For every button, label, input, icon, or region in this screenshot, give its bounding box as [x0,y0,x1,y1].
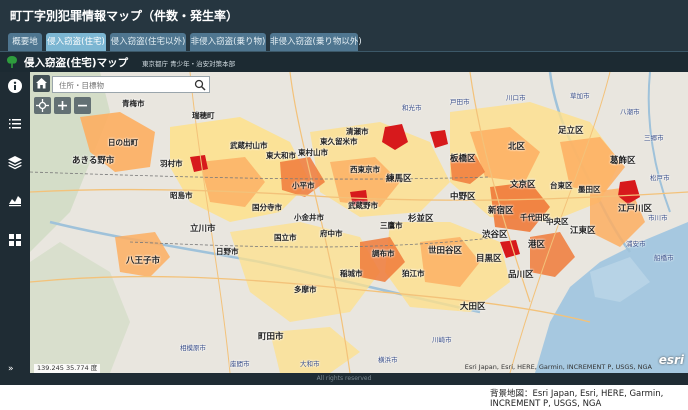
map-header: 侵入窃盗(住宅)マップ 東京都庁 青少年・治安対策本部 [0,52,688,72]
basemap-caption: 背景地図：Esri Japan, Esri, HERE, Garmin, INC… [490,389,664,409]
place-label: 北区 [508,142,526,152]
locate-button[interactable] [34,97,51,114]
tab-theft-vehicles[interactable]: 非侵入窃盗(乗り物) [190,33,266,51]
place-label: 新宿区 [488,206,514,216]
place-label: 相模原市 [180,344,206,352]
footer-strip: All rights reserved [0,373,688,385]
place-label: 羽村市 [160,159,183,168]
place-label: 練馬区 [386,174,412,184]
place-label: 三鷹市 [380,221,403,230]
side-toolbar: » [0,72,30,385]
place-label: 千代田区 [520,213,550,222]
place-label: 文京区 [510,180,536,190]
place-label: 大和市 [300,360,320,368]
place-label: 東村山市 [298,148,328,157]
place-label: あきる野市 [72,156,115,166]
place-label: 町田市 [258,332,284,342]
zoom-out-button[interactable] [74,97,91,114]
place-label: 座間市 [230,360,250,368]
place-label: 浦安市 [626,240,646,248]
place-label: 墨田区 [578,185,601,194]
place-label: 東大和市 [266,151,296,160]
place-label: 武蔵野市 [348,201,378,210]
place-label: 日野市 [216,247,239,256]
place-label: 稲城市 [340,269,363,278]
place-label: 杉並区 [408,214,434,224]
place-label: 八王子市 [126,256,161,266]
scale-readout: 139.245 35.774 度 [34,364,101,373]
tab-bar: 概要地 侵入窃盗(住宅) 侵入窃盗(住宅以外) 非侵入窃盗(乗り物) 非侵入窃盗… [0,30,688,52]
place-label: 和光市 [402,104,422,112]
info-icon[interactable] [6,78,24,96]
place-label: 立川市 [190,224,216,234]
place-label: 世田谷区 [428,246,463,256]
place-label: 足立区 [558,126,584,136]
place-label: 松戸市 [650,174,670,182]
plus-icon [58,101,67,110]
title-bar: 町丁字別犯罪情報マップ（件数・発生率） [0,0,688,30]
place-label: 目黒区 [476,254,502,264]
place-label: 武蔵村山市 [230,141,268,150]
place-label: 品川区 [508,270,534,280]
place-label: 川崎市 [432,336,452,344]
tab-burglary-residential[interactable]: 侵入窃盗(住宅) [46,33,106,51]
place-label: 台東区 [550,181,573,190]
place-label: 江戸川区 [618,204,653,214]
zoom-in-button[interactable] [54,97,71,114]
place-label: 川口市 [506,94,526,102]
place-label: 草加市 [570,92,590,100]
place-label: 小金井市 [294,213,324,222]
place-label: 中野区 [450,192,476,202]
tab-overview[interactable]: 概要地 [8,33,42,51]
search-icon[interactable] [194,79,206,91]
home-button[interactable] [33,75,50,92]
search-input[interactable] [59,79,189,91]
place-label: 戸田市 [450,98,470,106]
place-label: 横浜市 [378,356,398,364]
map-view[interactable]: 青梅市 日の出町 あきる野市 八王子市 瑞穂町 武蔵村山市 東大和市 清瀬市 東… [30,72,688,373]
map-name: 侵入窃盗(住宅)マップ [24,57,129,69]
home-icon [36,78,47,89]
place-label: 国分寺市 [252,203,282,212]
place-label: 八潮市 [620,108,640,116]
place-label: 青梅市 [122,99,145,108]
chart-icon[interactable] [6,192,24,210]
place-label: 国立市 [274,233,297,242]
place-label: 小平市 [292,181,315,190]
map-credit: 東京都庁 青少年・治安対策本部 [142,60,236,68]
place-label: 調布市 [372,249,395,258]
place-label: 東久留米市 [320,137,358,146]
app-title: 町丁字別犯罪情報マップ（件数・発生率） [10,9,239,23]
app-window: 町丁字別犯罪情報マップ（件数・発生率） 概要地 侵入窃盗(住宅) 侵入窃盗(住宅… [0,0,688,385]
place-label: 多摩市 [294,285,317,294]
place-label: 狛江市 [402,269,425,278]
rights-text: All rights reserved [316,375,372,382]
place-label: 市川市 [648,214,668,222]
place-label: 大田区 [460,302,486,312]
place-label: 瑞穂町 [192,111,215,120]
place-label: 葛飾区 [610,156,636,166]
locate-icon [36,99,49,112]
grid-icon[interactable] [6,232,24,250]
place-label: 渋谷区 [482,230,508,240]
minus-icon [78,104,87,107]
place-label: 江東区 [570,226,596,236]
choropleth-map[interactable] [30,72,688,373]
tab-burglary-nonresidential[interactable]: 侵入窃盗(住宅以外) [110,33,186,51]
place-label: 三郷市 [644,134,664,142]
place-label: 西東京市 [350,165,380,174]
esri-logo: esri [658,353,684,367]
place-label: 日の出町 [108,138,138,147]
place-label: 港区 [528,240,546,250]
place-label: 昭島市 [170,191,193,200]
tree-logo-icon [7,56,17,68]
tab-theft-nonvehicles[interactable]: 非侵入窃盗(乗り物以外) [270,33,362,51]
place-label: 船橋市 [654,254,674,262]
search-box[interactable] [52,76,210,93]
layers-icon[interactable] [6,154,24,172]
place-label: 板橋区 [450,154,476,164]
place-label: 府中市 [320,229,343,238]
basemap-attribution: Esri Japan, Esri, HERE, Garmin, INCREMEN… [464,363,652,371]
list-icon[interactable] [6,116,24,134]
